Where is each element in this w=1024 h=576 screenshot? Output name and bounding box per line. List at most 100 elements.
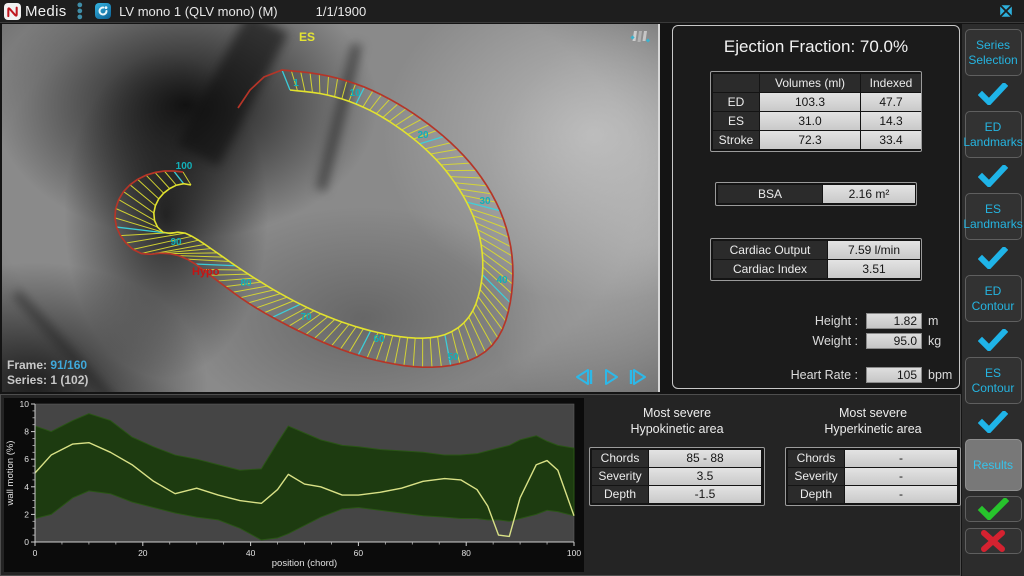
chord-label: 10	[349, 88, 361, 99]
analysis-bottom-panel: 0204060801000246810position (chord)wall …	[0, 394, 961, 576]
reject-button[interactable]	[965, 528, 1022, 554]
chord-label: 40	[496, 275, 508, 286]
weight-label: Weight :	[673, 334, 858, 348]
svg-text:60: 60	[354, 548, 364, 558]
chord-label: 30	[479, 196, 491, 207]
volumes-corner-cell	[713, 74, 759, 92]
play-button[interactable]	[601, 368, 621, 386]
step-ed-contour-button[interactable]: ED Contour	[965, 275, 1022, 322]
contour-overlay: 1 10 20 30 40 50 60 70 80 90 100	[2, 24, 660, 392]
hypo-depth-label: Depth	[592, 486, 648, 503]
hypo-chords-value: 85 - 88	[649, 450, 761, 467]
hypo-severity-value: 3.5	[649, 468, 761, 485]
chord-label: 100	[176, 161, 193, 172]
stroke-volume: 72.3	[760, 131, 860, 149]
chord-label: 90	[170, 237, 182, 248]
heart-rate-unit: bpm	[928, 368, 952, 382]
hypokinetic-title: Most severe Hypokinetic area	[589, 405, 765, 438]
step-es-contour-button[interactable]: ES Contour	[965, 357, 1022, 404]
bsa-label: BSA	[718, 185, 822, 203]
es-phase-label: ES	[299, 30, 315, 44]
chord-label: 80	[240, 278, 252, 289]
es-volume: 31.0	[760, 112, 860, 130]
medis-logo-icon	[4, 3, 21, 20]
row-label-es: ES	[713, 112, 759, 130]
svg-text:0: 0	[33, 548, 38, 558]
heart-rate-label: Heart Rate :	[673, 368, 858, 382]
title-bar: Medis ●●● LV mono 1 (QLV mono) (M) 1/1/1…	[0, 0, 1024, 23]
hyper-depth-value: -	[845, 486, 957, 503]
chord-label: 20	[417, 130, 429, 141]
frame-info: Frame: 91/160 Series: 1 (102)	[7, 358, 88, 388]
svg-text:2: 2	[24, 509, 29, 519]
hyperkinetic-title: Most severe Hyperkinetic area	[785, 405, 961, 438]
series-value: 1 (102)	[50, 373, 88, 387]
svg-text:100: 100	[567, 548, 581, 558]
dock-panels-icon[interactable]	[996, 1, 1016, 21]
step-forward-button[interactable]	[628, 368, 648, 386]
playback-controls	[574, 368, 648, 386]
study-label: LV mono 1 (QLV mono) (M)	[119, 4, 277, 19]
height-label: Height :	[673, 314, 858, 328]
heart-rate-input[interactable]	[866, 367, 922, 383]
workflow-sidebar: Series Selection ED Landmarks ES Landmar…	[962, 24, 1024, 576]
svg-text:80: 80	[461, 548, 471, 558]
es-indexed: 14.3	[861, 112, 921, 130]
step-backward-button[interactable]	[574, 368, 594, 386]
hypokinetic-block: Most severe Hypokinetic area Chords 85 -…	[589, 405, 765, 506]
hypo-severity-label: Severity	[592, 468, 648, 485]
hypo-chords-label: Chords	[592, 450, 648, 467]
bsa-table: BSA 2.16 m²	[715, 182, 917, 206]
row-label-stroke: Stroke	[713, 131, 759, 149]
patient-inputs: Height : m Weight : kg Heart Rate : bpm	[673, 311, 959, 384]
ed-volume: 103.3	[760, 93, 860, 111]
ejection-fraction-title: Ejection Fraction: 70.0%	[673, 37, 959, 57]
step-ed-landmarks-button[interactable]: ED Landmarks	[965, 111, 1022, 158]
step-es-landmarks-button[interactable]: ES Landmarks	[965, 193, 1022, 240]
bsa-value: 2.16 m²	[823, 185, 915, 203]
weight-input[interactable]	[866, 333, 922, 349]
chord-label: 60	[373, 334, 385, 345]
svg-text:4: 4	[24, 482, 29, 492]
ed-indexed: 47.7	[861, 93, 921, 111]
weight-unit: kg	[928, 334, 941, 348]
volumes-header: Volumes (ml)	[760, 74, 860, 92]
step-results-button[interactable]: Results	[965, 439, 1022, 491]
stroke-indexed: 33.4	[861, 131, 921, 149]
frame-value: 91/160	[50, 358, 87, 372]
chord-label: 50	[447, 352, 459, 363]
hyper-chords-value: -	[845, 450, 957, 467]
chord-label: 1	[293, 78, 299, 89]
kebab-menu-icon[interactable]: ●●●	[77, 2, 84, 20]
wall-motion-plot: 0204060801000246810position (chord)wall …	[4, 398, 582, 570]
hypokinetic-label: Hypo	[192, 266, 220, 278]
hyper-chords-label: Chords	[788, 450, 844, 467]
svg-text:6: 6	[24, 454, 29, 464]
cardiac-table: Cardiac Output 7.59 l/min Cardiac Index …	[710, 238, 922, 281]
step-series-selection-button[interactable]: Series Selection	[965, 29, 1022, 76]
app-name: Medis	[25, 3, 67, 20]
frame-label: Frame:	[7, 358, 47, 372]
step-complete-check-icon	[978, 327, 1008, 352]
step-complete-check-icon	[978, 81, 1008, 106]
hyper-severity-label: Severity	[788, 468, 844, 485]
results-panel: Ejection Fraction: 70.0% Volumes (ml) In…	[672, 25, 960, 389]
hyperkinetic-block: Most severe Hyperkinetic area Chords - S…	[785, 405, 961, 506]
approve-button[interactable]	[965, 496, 1022, 522]
image-viewport[interactable]: 1 10 20 30 40 50 60 70 80 90 100 ES Hypo Frame: 91…	[2, 24, 660, 392]
application-window: Medis ●●● LV mono 1 (QLV mono) (M) 1/1/1…	[0, 0, 1024, 576]
svg-text:10: 10	[20, 399, 30, 409]
series-label: Series:	[7, 373, 47, 387]
svg-text:0: 0	[24, 537, 29, 547]
hyperkinetic-table: Chords - Severity - Depth -	[785, 447, 961, 506]
indexed-header: Indexed	[861, 74, 921, 92]
hypo-depth-value: -1.5	[649, 486, 761, 503]
step-complete-check-icon	[978, 409, 1008, 434]
series-app-icon[interactable]	[95, 3, 111, 19]
medis-watermark-icon	[628, 29, 652, 50]
cardiac-index-value: 3.51	[828, 260, 920, 278]
height-input[interactable]	[866, 313, 922, 329]
chord-label: 70	[300, 312, 312, 323]
cardiac-output-label: Cardiac Output	[713, 241, 827, 259]
svg-text:wall motion (%): wall motion (%)	[5, 441, 16, 507]
